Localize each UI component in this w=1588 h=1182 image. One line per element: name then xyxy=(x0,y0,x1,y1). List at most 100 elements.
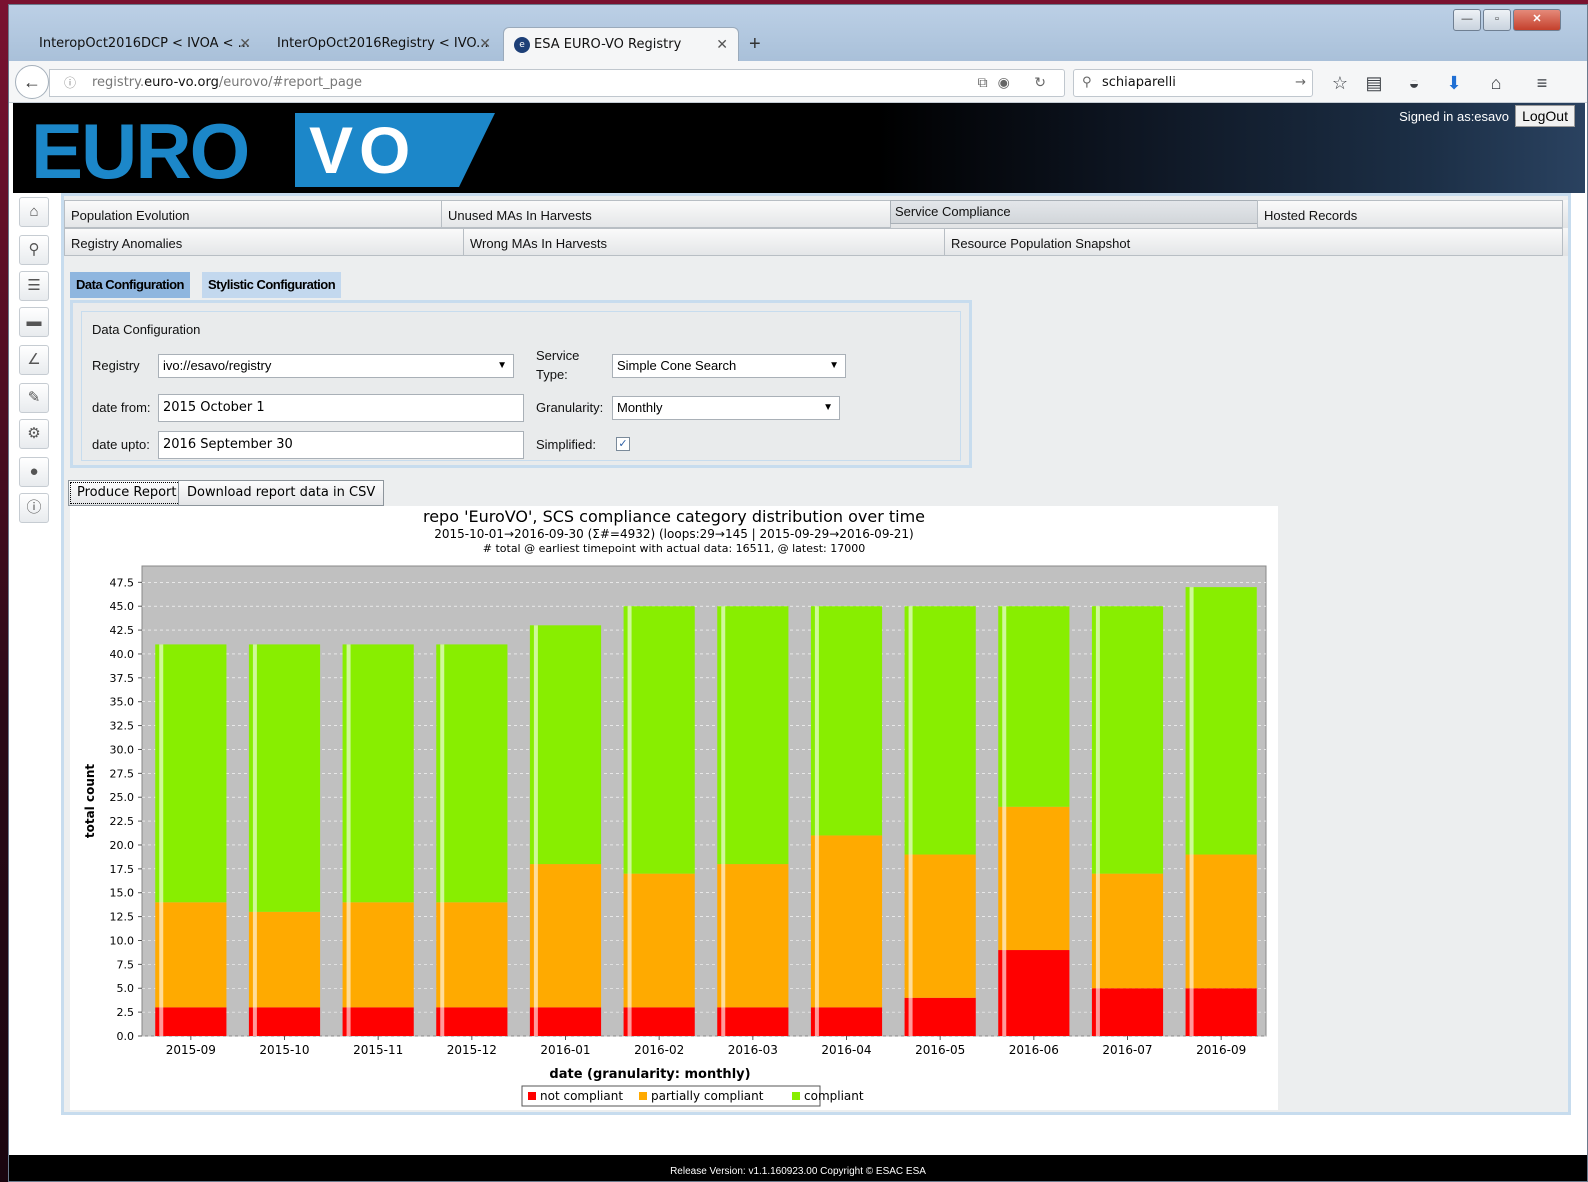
back-arrow-icon: ← xyxy=(23,72,41,92)
menu-wrong-mas[interactable]: Wrong MAs In Harvests xyxy=(463,228,945,256)
bar-segment-not-compliant xyxy=(623,1007,695,1036)
registry-select[interactable]: ivo://esavo/registry ▼ xyxy=(158,354,514,378)
date-upto-field[interactable]: 2016 September 30 xyxy=(158,431,524,459)
menu-hamburger-icon[interactable]: ≡ xyxy=(1529,71,1555,95)
menu-resource-population-snapshot[interactable]: Resource Population Snapshot xyxy=(944,228,1563,256)
service-type-label-2: Type: xyxy=(536,367,568,382)
url-prefix: registry. xyxy=(92,75,145,90)
date-from-field[interactable]: 2015 October 1 xyxy=(158,394,524,422)
bar-segment-partially-compliant xyxy=(810,835,883,1008)
url-path: /eurovo/#report_page xyxy=(218,75,363,90)
bookmark-star-icon[interactable]: ☆ xyxy=(1327,71,1353,95)
y-tick-label: 37.5 xyxy=(110,672,135,685)
simplified-checkbox[interactable]: ✓ xyxy=(616,437,630,451)
menu-service-compliance[interactable]: Service Compliance xyxy=(890,200,1258,224)
service-type-select[interactable]: Simple Cone Search ▼ xyxy=(612,354,846,378)
bar-segment-partially-compliant xyxy=(155,902,227,1008)
date-upto-label: date upto: xyxy=(92,437,150,452)
tab-label: ESA EURO-VO Registry xyxy=(534,37,682,52)
bar-highlight xyxy=(814,606,819,1036)
date-from-label: date from: xyxy=(92,400,151,415)
chart-nav-icon[interactable]: ∠ xyxy=(19,345,49,375)
url-bar[interactable]: ⓘ registry.euro-vo.org/eurovo/#report_pa… xyxy=(49,69,1065,97)
browser-window: — ▫ ✕ InteropOct2016DCP < IVOA < ... ✕ I… xyxy=(8,4,1588,1182)
bar-highlight xyxy=(533,625,538,1036)
menu-unused-mas[interactable]: Unused MAs In Harvests xyxy=(441,200,891,228)
bar-highlight xyxy=(1189,587,1194,1036)
reload-icon[interactable]: ⧉◉ ↻ xyxy=(978,70,1056,96)
pocket-icon[interactable]: ◒ xyxy=(1401,71,1427,95)
report-content: Population Evolution Unused MAs In Harve… xyxy=(61,193,1571,1115)
search-go-icon[interactable]: → xyxy=(1295,70,1306,96)
report-menu-row-2: Registry Anomalies Wrong MAs In Harvests… xyxy=(64,228,1568,256)
reading-list-icon[interactable]: ▤ xyxy=(1361,71,1387,95)
gear-nav-icon[interactable]: ⚙ xyxy=(19,419,49,449)
folder-nav-icon[interactable]: ▬ xyxy=(19,307,49,337)
bar-segment-compliant xyxy=(342,644,414,903)
bar-segment-partially-compliant xyxy=(717,864,789,1008)
menu-population-evolution[interactable]: Population Evolution xyxy=(64,200,442,228)
close-tab-icon[interactable]: ✕ xyxy=(716,28,728,61)
x-axis-label: date (granularity: monthly) xyxy=(549,1067,750,1082)
edit-nav-icon[interactable]: ✎ xyxy=(19,383,49,413)
x-tick-label: 2016-02 xyxy=(634,1043,684,1057)
bar-segment-not-compliant xyxy=(529,1007,602,1036)
granularity-value: Monthly xyxy=(617,400,663,415)
bar-highlight xyxy=(440,644,445,1036)
bar-segment-compliant xyxy=(248,644,321,912)
chart-svg: repo 'EuroVO', SCS compliance category d… xyxy=(83,507,1267,1107)
menu-hosted-records[interactable]: Hosted Records xyxy=(1257,200,1563,228)
x-tick-label: 2015-09 xyxy=(166,1043,216,1057)
produce-report-button[interactable]: Produce Report xyxy=(68,480,186,506)
bar-segment-not-compliant xyxy=(155,1007,227,1036)
y-tick-label: 2.5 xyxy=(117,1006,135,1019)
close-tab-icon[interactable]: ✕ xyxy=(479,27,491,61)
download-csv-button[interactable]: Download report data in CSV xyxy=(178,480,385,506)
legend-entry: not compliant xyxy=(540,1089,623,1103)
user-nav-icon[interactable]: ● xyxy=(19,457,49,487)
tab-stylistic-configuration[interactable]: Stylistic Configuration xyxy=(202,272,342,298)
registry-label: Registry xyxy=(92,358,140,373)
dropdown-arrow-icon: ▼ xyxy=(497,360,507,371)
y-tick-label: 17.5 xyxy=(110,863,135,876)
dropdown-arrow-icon: ▼ xyxy=(829,360,839,371)
close-window-button[interactable]: ✕ xyxy=(1513,9,1561,31)
bar-segment-partially-compliant xyxy=(529,864,602,1008)
maximize-button[interactable]: ▫ xyxy=(1483,9,1511,31)
legend-swatch xyxy=(528,1092,536,1100)
x-tick-label: 2016-03 xyxy=(728,1043,778,1057)
bar-segment-compliant xyxy=(623,606,695,874)
signed-in-label: Signed in as:esavo xyxy=(1399,109,1509,124)
browser-tab-2[interactable]: InterOpOct2016Registry < IVO... ✕ xyxy=(247,27,501,61)
y-tick-label: 15.0 xyxy=(110,887,135,900)
bar-segment-partially-compliant xyxy=(1185,854,1257,989)
legend-entry: compliant xyxy=(804,1089,864,1103)
browser-tab-3[interactable]: e ESA EURO-VO Registry ✕ xyxy=(503,27,739,61)
bar-segment-compliant xyxy=(155,644,227,903)
search-nav-icon[interactable]: ⚲ xyxy=(19,235,49,265)
home-nav-icon[interactable]: ⌂ xyxy=(19,197,49,227)
tab-data-configuration[interactable]: Data Configuration xyxy=(70,272,190,298)
list-nav-icon[interactable]: ☰ xyxy=(19,271,49,301)
site-info-icon[interactable]: ⓘ xyxy=(64,70,76,96)
downloads-icon[interactable]: ⬇ xyxy=(1441,71,1467,95)
bar-segment-compliant xyxy=(717,606,789,865)
bar-segment-not-compliant xyxy=(810,1007,883,1036)
x-tick-label: 2015-10 xyxy=(259,1043,309,1057)
browser-tab-1[interactable]: InteropOct2016DCP < IVOA < ... ✕ xyxy=(9,27,261,61)
bar-segment-not-compliant xyxy=(1091,988,1164,1036)
back-button[interactable]: ← xyxy=(15,65,49,99)
service-type-label: Service xyxy=(536,348,580,363)
info-nav-icon[interactable]: ⓘ xyxy=(19,493,49,523)
esa-favicon-icon: e xyxy=(514,37,530,53)
home-icon[interactable]: ⌂ xyxy=(1483,71,1509,95)
minimize-button[interactable]: — xyxy=(1453,9,1481,31)
search-box[interactable]: ⚲ schiaparelli → xyxy=(1073,69,1313,97)
navigation-bar: ← ⓘ registry.euro-vo.org/eurovo/#report_… xyxy=(9,61,1587,103)
logout-button[interactable]: LogOut xyxy=(1515,105,1575,127)
menu-registry-anomalies[interactable]: Registry Anomalies xyxy=(64,228,464,256)
granularity-select[interactable]: Monthly ▼ xyxy=(612,396,840,420)
new-tab-button[interactable]: + xyxy=(749,27,761,61)
bar-highlight xyxy=(346,644,351,1036)
config-fieldset: Data Configuration Registry ivo://esavo/… xyxy=(81,311,961,461)
